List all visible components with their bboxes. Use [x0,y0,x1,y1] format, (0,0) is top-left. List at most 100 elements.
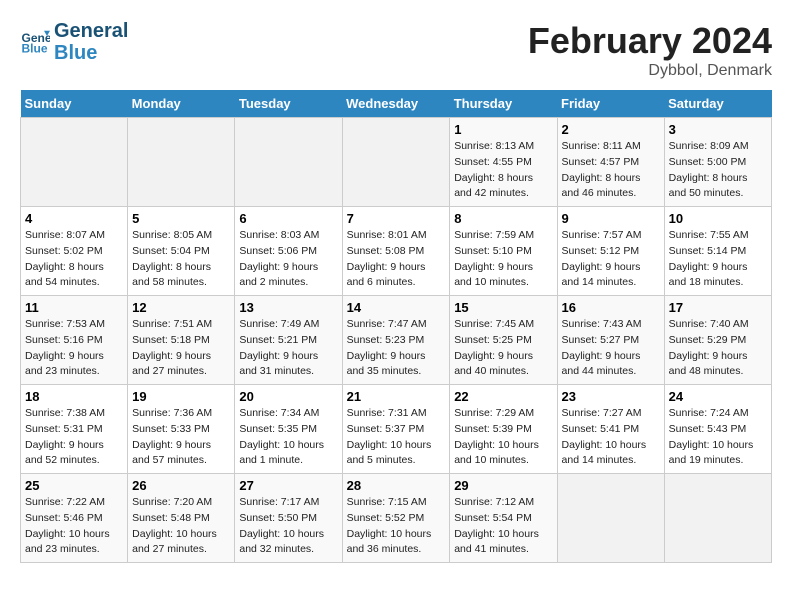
day-detail: Sunrise: 7:34 AM Sunset: 5:35 PM Dayligh… [239,406,337,469]
calendar-week-row: 1 Sunrise: 8:13 AM Sunset: 4:55 PM Daylig… [21,118,772,207]
day-detail: Sunrise: 7:51 AM Sunset: 5:18 PM Dayligh… [132,317,230,380]
day-detail: Sunrise: 7:22 AM Sunset: 5:46 PM Dayligh… [25,495,123,558]
calendar-cell: 18Sunrise: 7:38 AM Sunset: 5:31 PM Dayli… [21,385,128,474]
calendar-cell: 17 Sunrise: 7:40 AM Sunset: 5:29 PM Dayli… [664,296,771,385]
weekday-header: Wednesday [342,90,450,118]
calendar-cell: 11Sunrise: 7:53 AM Sunset: 5:16 PM Dayli… [21,296,128,385]
svg-text:Blue: Blue [22,42,48,56]
day-number: 8 [454,211,552,226]
calendar-cell: 28 Sunrise: 7:15 AM Sunset: 5:52 PM Dayli… [342,474,450,563]
day-detail: Sunrise: 8:13 AM Sunset: 4:55 PM Dayligh… [454,139,552,202]
day-number: 24 [669,389,767,404]
day-number: 4 [25,211,123,226]
calendar-cell: 7 Sunrise: 8:01 AM Sunset: 5:08 PM Daylig… [342,207,450,296]
day-number: 22 [454,389,552,404]
day-number: 21 [347,389,446,404]
calendar-cell: 25 Sunrise: 7:22 AM Sunset: 5:46 PM Dayli… [21,474,128,563]
weekday-header: Monday [128,90,235,118]
calendar-cell: 6 Sunrise: 8:03 AM Sunset: 5:06 PM Daylig… [235,207,342,296]
calendar-cell: 8Sunrise: 7:59 AM Sunset: 5:10 PM Daylig… [450,207,557,296]
day-number: 6 [239,211,337,226]
calendar-cell: 2 Sunrise: 8:11 AM Sunset: 4:57 PM Daylig… [557,118,664,207]
calendar-cell: 15Sunrise: 7:45 AM Sunset: 5:25 PM Dayli… [450,296,557,385]
calendar-cell [235,118,342,207]
calendar-cell: 14 Sunrise: 7:47 AM Sunset: 5:23 PM Dayli… [342,296,450,385]
day-detail: Sunrise: 7:38 AM Sunset: 5:31 PM Dayligh… [25,406,123,469]
day-number: 2 [562,122,660,137]
calendar-week-row: 4 Sunrise: 8:07 AM Sunset: 5:02 PM Daylig… [21,207,772,296]
calendar-cell: 13Sunrise: 7:49 AM Sunset: 5:21 PM Dayli… [235,296,342,385]
logo-general: General [54,20,128,42]
calendar-cell: 4 Sunrise: 8:07 AM Sunset: 5:02 PM Daylig… [21,207,128,296]
calendar-cell: 23 Sunrise: 7:27 AM Sunset: 5:41 PM Dayli… [557,385,664,474]
day-number: 11 [25,300,123,315]
calendar-cell: 24 Sunrise: 7:24 AM Sunset: 5:43 PM Dayli… [664,385,771,474]
day-number: 26 [132,478,230,493]
day-number: 12 [132,300,230,315]
page-title: February 2024 [528,20,772,62]
day-number: 17 [669,300,767,315]
weekday-header: Friday [557,90,664,118]
day-detail: Sunrise: 8:07 AM Sunset: 5:02 PM Dayligh… [25,228,123,291]
calendar-cell [342,118,450,207]
day-number: 5 [132,211,230,226]
page-subtitle: Dybbol, Denmark [528,62,772,80]
day-detail: Sunrise: 7:12 AM Sunset: 5:54 PM Dayligh… [454,495,552,558]
calendar-cell [557,474,664,563]
logo-blue: Blue [54,42,128,64]
day-number: 15 [454,300,552,315]
day-detail: Sunrise: 7:15 AM Sunset: 5:52 PM Dayligh… [347,495,446,558]
day-number: 16 [562,300,660,315]
calendar-cell: 1 Sunrise: 8:13 AM Sunset: 4:55 PM Daylig… [450,118,557,207]
day-number: 19 [132,389,230,404]
day-detail: Sunrise: 7:29 AM Sunset: 5:39 PM Dayligh… [454,406,552,469]
day-detail: Sunrise: 8:11 AM Sunset: 4:57 PM Dayligh… [562,139,660,202]
day-detail: Sunrise: 7:57 AM Sunset: 5:12 PM Dayligh… [562,228,660,291]
page-header: General Blue General Blue February 2024 … [20,20,772,80]
weekday-header: Saturday [664,90,771,118]
logo-icon: General Blue [20,27,50,57]
day-number: 23 [562,389,660,404]
day-detail: Sunrise: 7:40 AM Sunset: 5:29 PM Dayligh… [669,317,767,380]
day-number: 25 [25,478,123,493]
day-detail: Sunrise: 7:27 AM Sunset: 5:41 PM Dayligh… [562,406,660,469]
calendar-week-row: 25 Sunrise: 7:22 AM Sunset: 5:46 PM Dayli… [21,474,772,563]
calendar-cell [664,474,771,563]
day-number: 1 [454,122,552,137]
day-number: 28 [347,478,446,493]
calendar-cell: 27Sunrise: 7:17 AM Sunset: 5:50 PM Dayli… [235,474,342,563]
day-detail: Sunrise: 8:03 AM Sunset: 5:06 PM Dayligh… [239,228,337,291]
weekday-header: Tuesday [235,90,342,118]
calendar-cell: 21 Sunrise: 7:31 AM Sunset: 5:37 PM Dayli… [342,385,450,474]
calendar-cell: 10 Sunrise: 7:55 AM Sunset: 5:14 PM Dayli… [664,207,771,296]
day-number: 3 [669,122,767,137]
day-detail: Sunrise: 7:24 AM Sunset: 5:43 PM Dayligh… [669,406,767,469]
calendar-cell: 22 Sunrise: 7:29 AM Sunset: 5:39 PM Dayli… [450,385,557,474]
day-number: 10 [669,211,767,226]
calendar-cell: 5 Sunrise: 8:05 AM Sunset: 5:04 PM Daylig… [128,207,235,296]
logo: General Blue General Blue [20,20,128,64]
day-detail: Sunrise: 7:55 AM Sunset: 5:14 PM Dayligh… [669,228,767,291]
day-number: 29 [454,478,552,493]
day-detail: Sunrise: 7:20 AM Sunset: 5:48 PM Dayligh… [132,495,230,558]
calendar-cell: 3Sunrise: 8:09 AM Sunset: 5:00 PM Daylig… [664,118,771,207]
day-detail: Sunrise: 7:36 AM Sunset: 5:33 PM Dayligh… [132,406,230,469]
day-number: 7 [347,211,446,226]
day-number: 14 [347,300,446,315]
calendar-cell: 29 Sunrise: 7:12 AM Sunset: 5:54 PM Dayli… [450,474,557,563]
calendar-cell [21,118,128,207]
calendar-table: SundayMondayTuesdayWednesdayThursdayFrid… [20,90,772,563]
day-detail: Sunrise: 7:17 AM Sunset: 5:50 PM Dayligh… [239,495,337,558]
day-detail: Sunrise: 8:01 AM Sunset: 5:08 PM Dayligh… [347,228,446,291]
calendar-cell: 9Sunrise: 7:57 AM Sunset: 5:12 PM Daylig… [557,207,664,296]
calendar-cell: 12 Sunrise: 7:51 AM Sunset: 5:18 PM Dayli… [128,296,235,385]
day-detail: Sunrise: 7:47 AM Sunset: 5:23 PM Dayligh… [347,317,446,380]
day-number: 13 [239,300,337,315]
day-detail: Sunrise: 7:31 AM Sunset: 5:37 PM Dayligh… [347,406,446,469]
title-block: February 2024 Dybbol, Denmark [528,20,772,80]
day-detail: Sunrise: 7:43 AM Sunset: 5:27 PM Dayligh… [562,317,660,380]
day-detail: Sunrise: 8:05 AM Sunset: 5:04 PM Dayligh… [132,228,230,291]
day-number: 20 [239,389,337,404]
calendar-week-row: 18Sunrise: 7:38 AM Sunset: 5:31 PM Dayli… [21,385,772,474]
weekday-header: Thursday [450,90,557,118]
